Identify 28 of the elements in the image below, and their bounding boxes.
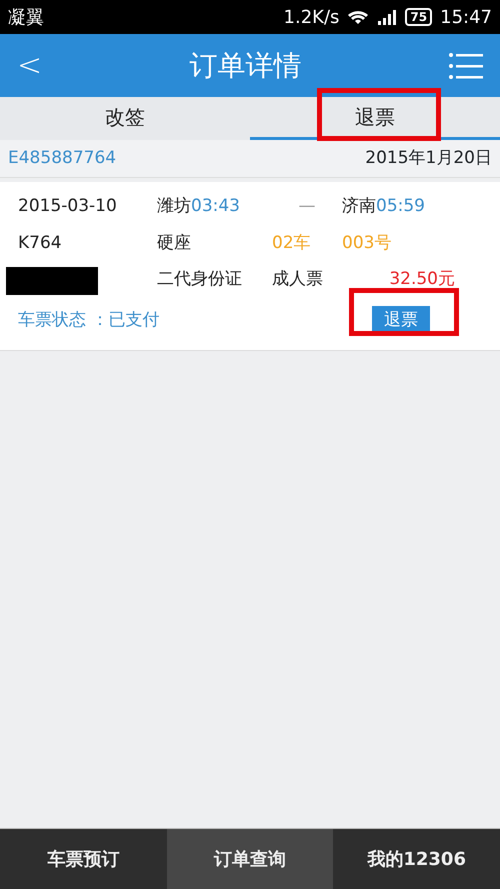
nav-tab[interactable]: 车票预订 (0, 829, 167, 889)
train-number: K764 (17, 232, 63, 254)
tab[interactable]: 改签 (0, 97, 250, 140)
carrier-name: 凝翼 (8, 6, 44, 30)
car-number: 02车 (272, 232, 312, 254)
order-date: 2015年1月20日 (365, 146, 492, 170)
clock-time: 15:47 (440, 6, 492, 30)
departure-info: 潍坊03:43 (157, 195, 241, 218)
order-number: E485887764 (8, 146, 116, 170)
ticket-status: 车票状态 ：已支付 (17, 309, 160, 332)
menu-button[interactable] (448, 50, 484, 80)
arrival-info: 济南05:59 (342, 195, 426, 218)
ticket-price: 32.50元 (389, 268, 455, 291)
back-button[interactable]: < (16, 42, 44, 89)
wifi-icon (347, 9, 370, 25)
ticket-type: 成人票 (272, 268, 324, 291)
nav-tab[interactable]: 订单查询 (166, 829, 334, 889)
battery-level: 75 (405, 8, 432, 26)
travel-date: 2015-03-10 (17, 195, 118, 218)
nav-tab[interactable]: 我的12306 (333, 829, 500, 889)
network-speed: 1.2K/s (284, 6, 340, 30)
route-arrow: — (298, 195, 316, 218)
seat-class: 硬座 (157, 232, 192, 254)
seat-number: 003号 (342, 232, 392, 254)
menu-icon (448, 52, 483, 80)
page-title: 订单详情 (190, 48, 302, 84)
id-type: 二代身份证 (157, 268, 243, 291)
signal-icon (377, 9, 398, 25)
